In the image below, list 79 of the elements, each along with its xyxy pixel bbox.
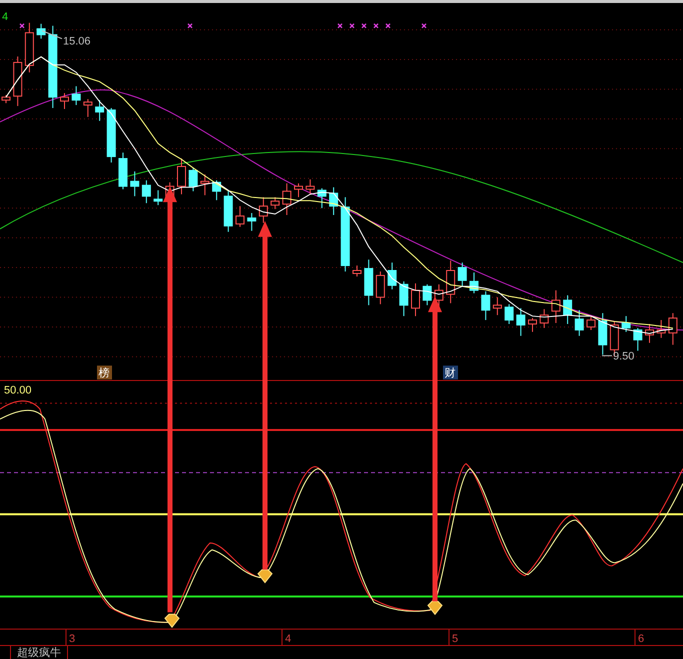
candlestick xyxy=(574,310,584,336)
candlestick xyxy=(668,312,678,346)
candlestick xyxy=(645,324,654,344)
candlestick xyxy=(563,294,572,324)
candlestick xyxy=(224,190,233,232)
candlestick xyxy=(470,272,478,294)
candlestick xyxy=(306,178,315,195)
candlestick xyxy=(118,152,128,190)
candlestick xyxy=(411,282,420,317)
arrow-icon xyxy=(428,296,442,602)
candlestick xyxy=(188,166,198,192)
candlestick xyxy=(376,271,385,305)
candlestick xyxy=(247,212,256,232)
candlestick xyxy=(540,308,549,328)
candlestick xyxy=(622,316,631,332)
arrow-icon xyxy=(163,186,177,612)
candlestick xyxy=(528,318,537,332)
cross-marker-icon xyxy=(338,23,342,28)
candlestick xyxy=(95,100,104,122)
candlestick xyxy=(294,182,303,198)
candlestick xyxy=(36,23,46,40)
candlestick xyxy=(388,262,397,290)
low-price-label: 9.50 xyxy=(613,350,634,363)
time-axis-label: 5 xyxy=(452,633,458,645)
candlestick xyxy=(492,296,502,316)
candlestick xyxy=(633,327,642,352)
cross-marker-icon xyxy=(350,23,354,28)
candlestick xyxy=(270,196,280,210)
candlestick xyxy=(329,186,338,216)
cross-marker-icon xyxy=(386,23,390,28)
candlestick xyxy=(364,259,374,306)
candlestick xyxy=(236,206,244,228)
indicator-value-label: 50.00 xyxy=(4,384,32,396)
time-axis-label: 6 xyxy=(638,633,644,645)
candlestick xyxy=(317,188,326,209)
cross-marker-icon xyxy=(362,23,366,28)
candlestick xyxy=(282,182,292,216)
candlestick xyxy=(352,265,362,277)
cross-marker-icon xyxy=(422,23,426,28)
candlestick xyxy=(154,190,163,206)
candlestick xyxy=(504,304,514,324)
period-label: 4 xyxy=(2,10,8,23)
cross-marker-icon xyxy=(374,23,378,28)
candlestick xyxy=(656,320,666,338)
cross-marker-icon xyxy=(188,23,192,28)
diamond-icon xyxy=(427,600,443,616)
candlestick xyxy=(200,174,210,196)
high-price-label: 15.06 xyxy=(63,36,90,48)
time-axis-label: 4 xyxy=(285,633,292,645)
indicator-tab[interactable]: 超级疯牛 xyxy=(10,646,68,659)
candlestick xyxy=(13,56,22,107)
candlestick xyxy=(586,316,596,330)
diamond-icon xyxy=(257,569,273,584)
candlestick xyxy=(177,158,186,195)
cross-marker-icon xyxy=(20,23,24,28)
candlestick xyxy=(422,284,432,306)
signal-tag: 榜 xyxy=(97,366,112,380)
diamond-icon xyxy=(164,614,180,628)
candlestick xyxy=(60,92,69,110)
candlestick xyxy=(130,170,140,197)
signal-tag: 财 xyxy=(443,366,458,380)
candlestick xyxy=(481,290,490,321)
candlestick xyxy=(551,290,560,324)
candlestick xyxy=(83,98,92,118)
candlestick xyxy=(458,262,467,287)
time-axis-label: 3 xyxy=(69,633,76,645)
candlestick xyxy=(446,260,456,304)
candlestick xyxy=(24,22,34,73)
candlestick xyxy=(258,196,268,224)
candlestick xyxy=(212,180,222,201)
arrow-icon xyxy=(258,220,272,570)
leader-line xyxy=(602,355,612,356)
candlestick xyxy=(516,308,526,336)
candlestick xyxy=(72,86,81,106)
leader-line xyxy=(42,30,62,40)
candlestick xyxy=(142,180,151,204)
candlestick xyxy=(399,280,408,317)
candlestick xyxy=(106,108,116,163)
candlestick xyxy=(598,312,608,356)
